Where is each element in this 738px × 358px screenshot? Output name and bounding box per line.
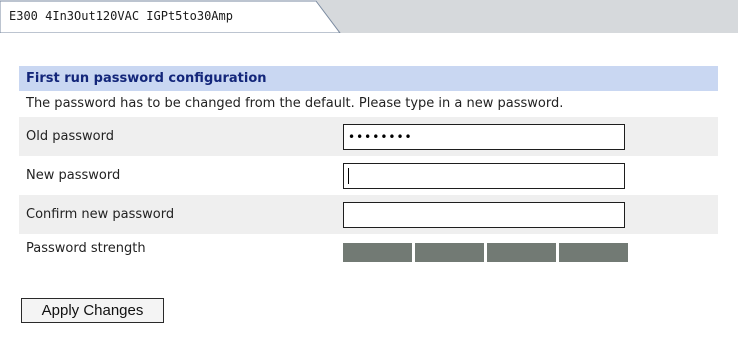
tab-bar: E300 4In3Out120VAC IGPt5to30Amp xyxy=(0,0,738,33)
text-caret xyxy=(348,168,349,184)
panel-title: First run password configuration xyxy=(19,66,718,91)
confirm-password-row: Confirm new password xyxy=(19,195,718,234)
old-password-input[interactable] xyxy=(343,124,625,150)
password-strength-meter xyxy=(343,243,628,262)
apply-changes-button[interactable]: Apply Changes xyxy=(21,298,164,323)
strength-segment-4 xyxy=(559,243,628,262)
password-strength-label: Password strength xyxy=(26,241,146,256)
password-strength-row: Password strength xyxy=(19,234,718,268)
tab-device-name[interactable]: E300 4In3Out120VAC IGPt5to30Amp xyxy=(9,9,233,23)
new-password-row: New password xyxy=(19,156,718,195)
new-password-input[interactable] xyxy=(343,163,625,189)
confirm-password-input[interactable] xyxy=(343,202,625,228)
confirm-password-label: Confirm new password xyxy=(26,207,175,222)
old-password-row: Old password xyxy=(19,117,718,156)
strength-segment-3 xyxy=(487,243,556,262)
old-password-label: Old password xyxy=(26,129,114,144)
strength-segment-1 xyxy=(343,243,412,262)
new-password-label: New password xyxy=(26,168,121,183)
password-config-panel: First run password configuration The pas… xyxy=(19,66,718,268)
panel-description: The password has to be changed from the … xyxy=(26,96,564,111)
strength-segment-2 xyxy=(415,243,484,262)
